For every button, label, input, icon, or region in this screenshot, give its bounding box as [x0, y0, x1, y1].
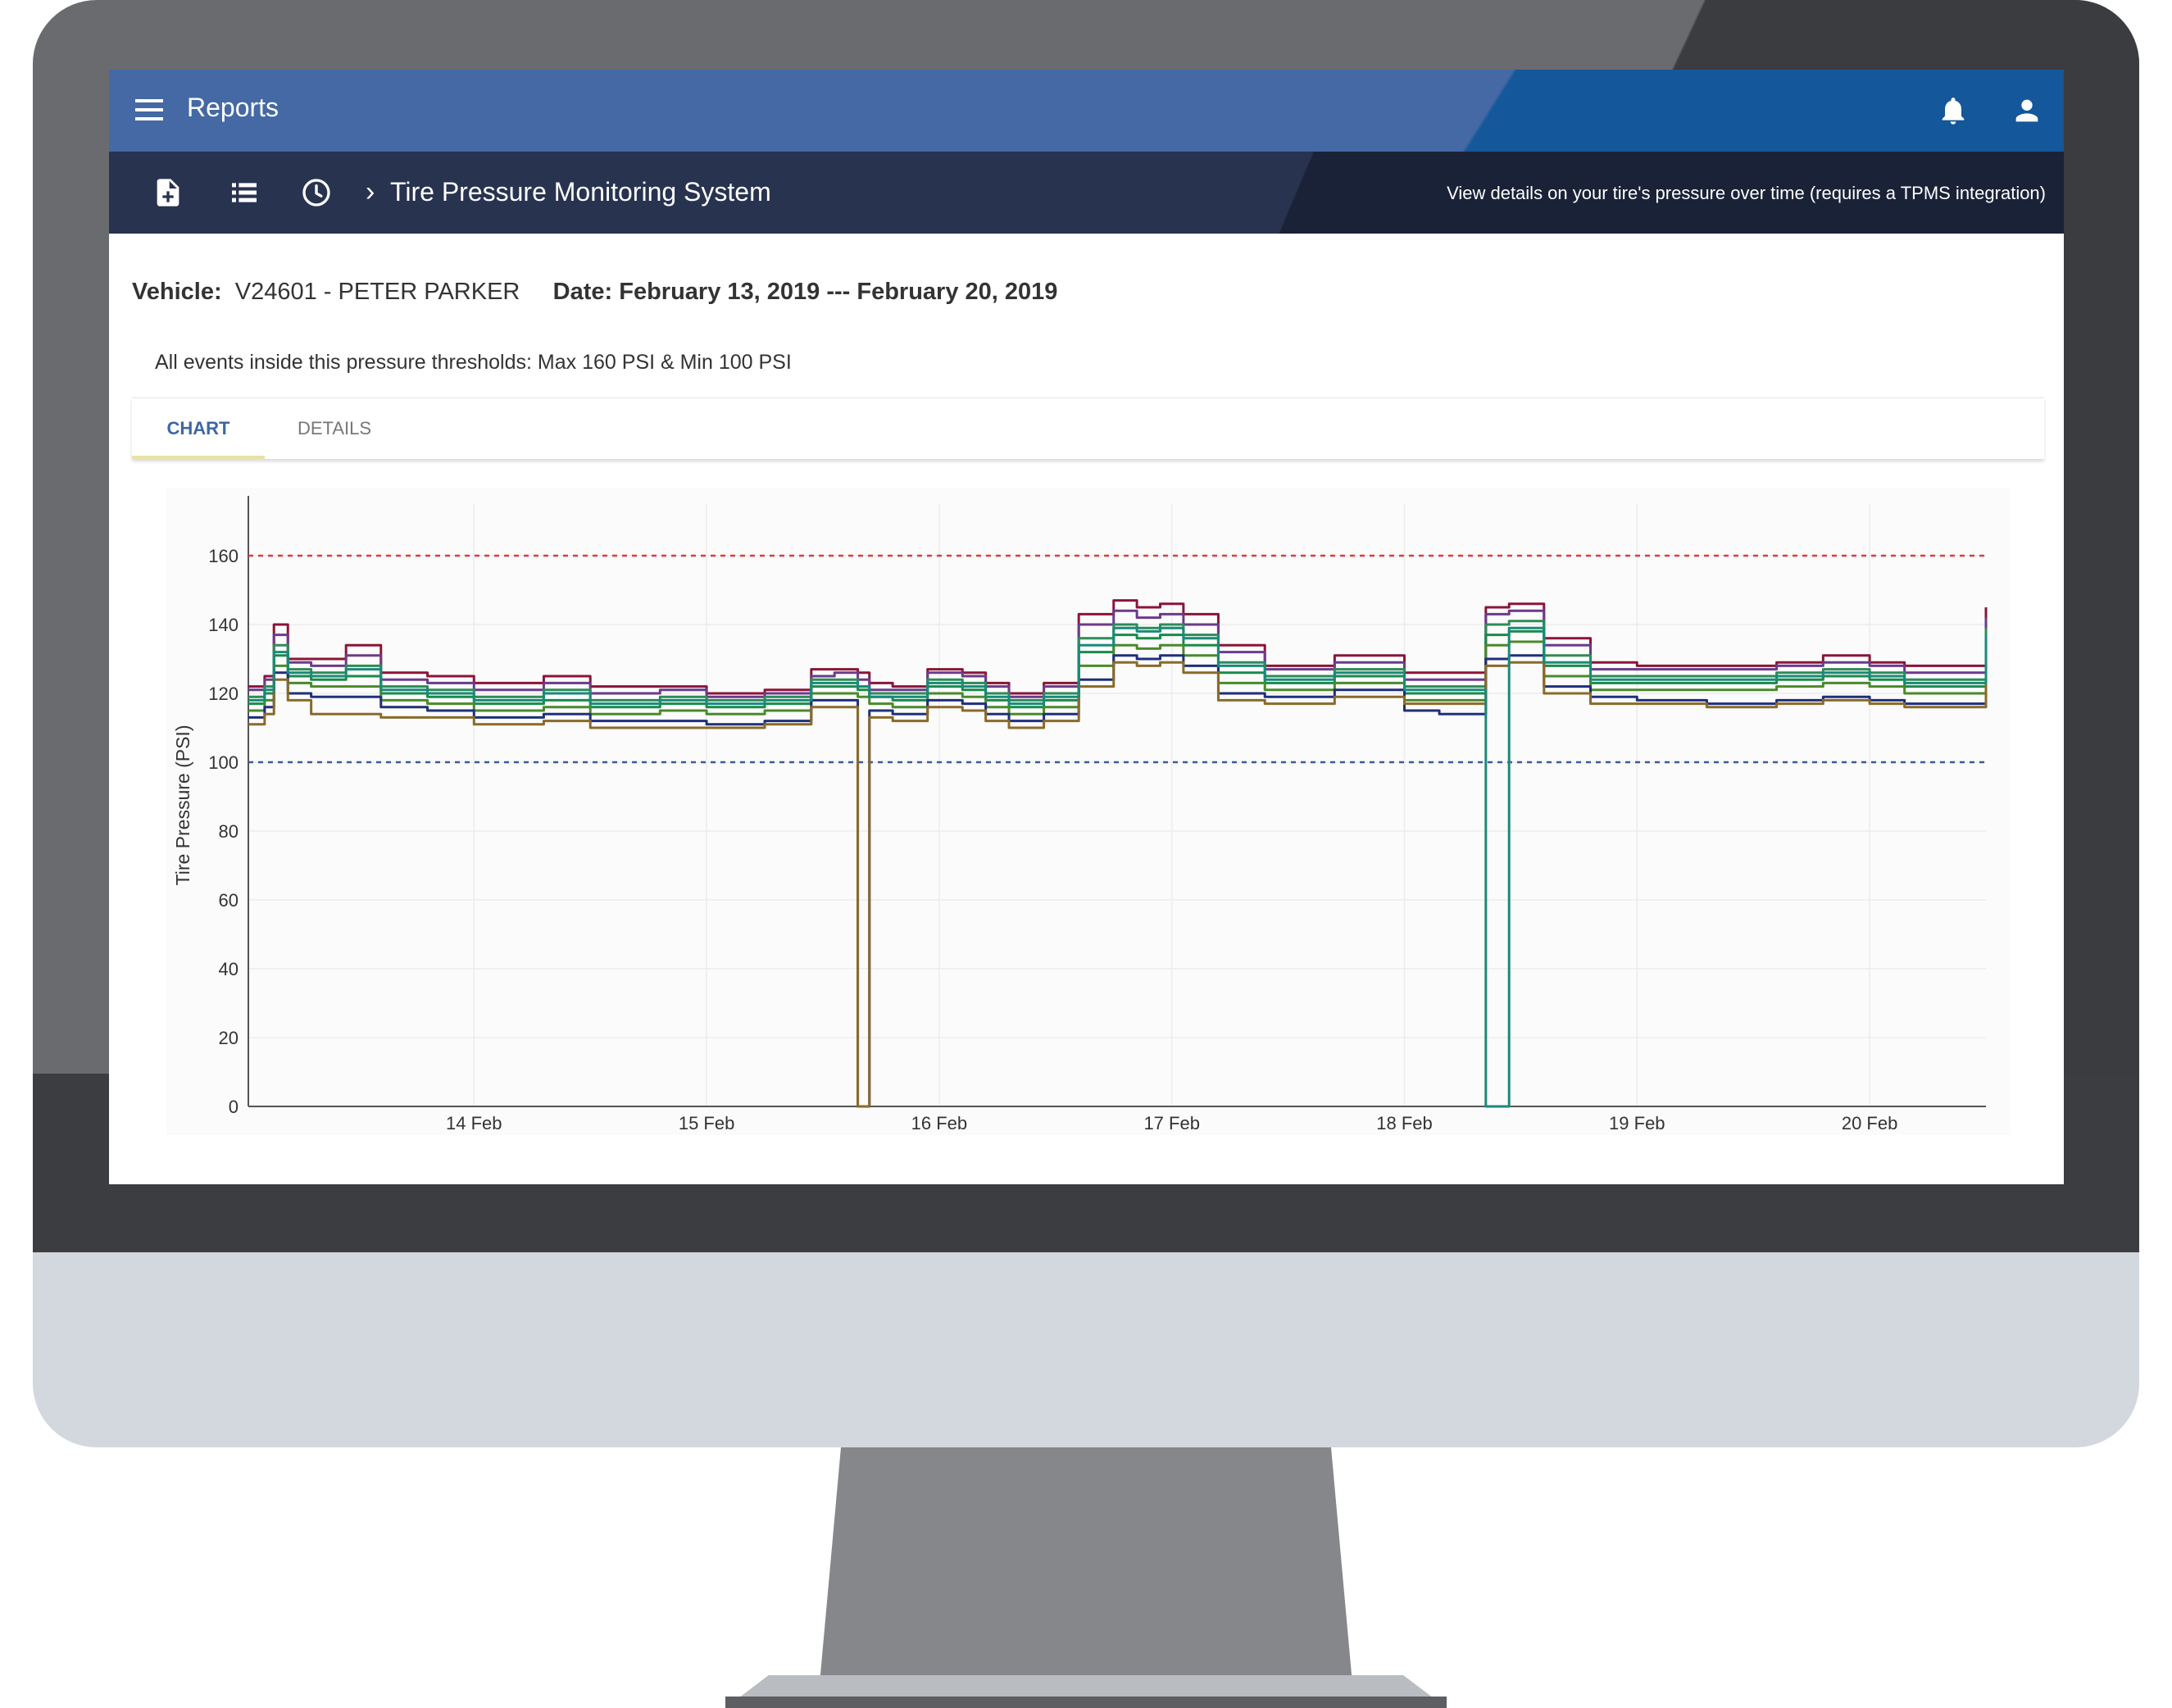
breadcrumb-bar: › Tire Pressure Monitoring System View d…: [109, 152, 2064, 234]
series-line-3: [248, 620, 1988, 702]
page-description: View details on your tire's pressure ove…: [1447, 183, 2046, 203]
report-tabs: CHART DETAILS: [132, 397, 2044, 459]
monitor-chin: [33, 1252, 2139, 1447]
app-screen: Reports › Tire Pressure Monitoring Syste…: [109, 70, 2064, 1184]
file-add-icon[interactable]: [152, 176, 184, 209]
date-range: Date: February 13, 2019 --- February 20,…: [552, 279, 1058, 305]
series-line-8: [248, 626, 1988, 1108]
series-line-7: [248, 661, 1988, 1108]
user-icon[interactable]: [2011, 94, 2043, 127]
pressure-chart-svg: 0 20 40 60 80 100 120 140 160 14 Feb 15 Feb 16 Feb 1…: [172, 496, 1988, 1133]
x-tick-label: 15 Feb: [679, 1113, 735, 1133]
y-tick-label: 80: [219, 821, 239, 842]
app-title: Reports: [187, 93, 279, 122]
vehicle-date-line: Vehicle: V24601 - PETER PARKER Date: Feb…: [132, 279, 1057, 306]
vehicle-value: V24601 - PETER PARKER: [234, 279, 520, 305]
page-title: Tire Pressure Monitoring System: [390, 177, 771, 207]
x-tick-label: 17 Feb: [1143, 1113, 1200, 1133]
y-tick-label: 120: [208, 684, 239, 704]
y-tick-label: 140: [208, 615, 239, 635]
monitor-stand-neck: [820, 1447, 1352, 1683]
pressure-chart: 0 20 40 60 80 100 120 140 160 14 Feb 15 Feb 16 Feb 1…: [166, 488, 2011, 1135]
x-tick-label: 16 Feb: [911, 1113, 968, 1133]
threshold-note: All events inside this pressure threshol…: [155, 351, 792, 374]
app-top-bar: Reports: [109, 70, 2064, 152]
y-tick-label: 20: [219, 1028, 239, 1048]
chevron-right-icon: ›: [366, 176, 375, 207]
tab-details[interactable]: DETAILS: [265, 398, 404, 459]
y-axis-label: Tire Pressure (PSI): [172, 725, 193, 886]
y-tick-label: 160: [208, 546, 239, 566]
y-tick-label: 40: [219, 959, 239, 979]
vehicle-label: Vehicle:: [132, 279, 222, 305]
bell-icon[interactable]: [1937, 94, 1970, 127]
clock-icon[interactable]: [300, 176, 333, 209]
list-icon[interactable]: [228, 176, 261, 209]
tab-chart[interactable]: CHART: [132, 398, 265, 459]
y-tick-label: 0: [229, 1097, 239, 1117]
y-tick-label: 100: [208, 752, 239, 773]
monitor-stand-base-edge: [725, 1697, 1447, 1708]
x-tick-label: 14 Feb: [446, 1113, 502, 1133]
x-tick-label: 18 Feb: [1376, 1113, 1433, 1133]
y-tick-label: 60: [219, 890, 239, 911]
x-tick-label: 19 Feb: [1609, 1113, 1665, 1133]
x-tick-label: 20 Feb: [1842, 1113, 1898, 1133]
menu-icon[interactable]: [135, 99, 163, 120]
